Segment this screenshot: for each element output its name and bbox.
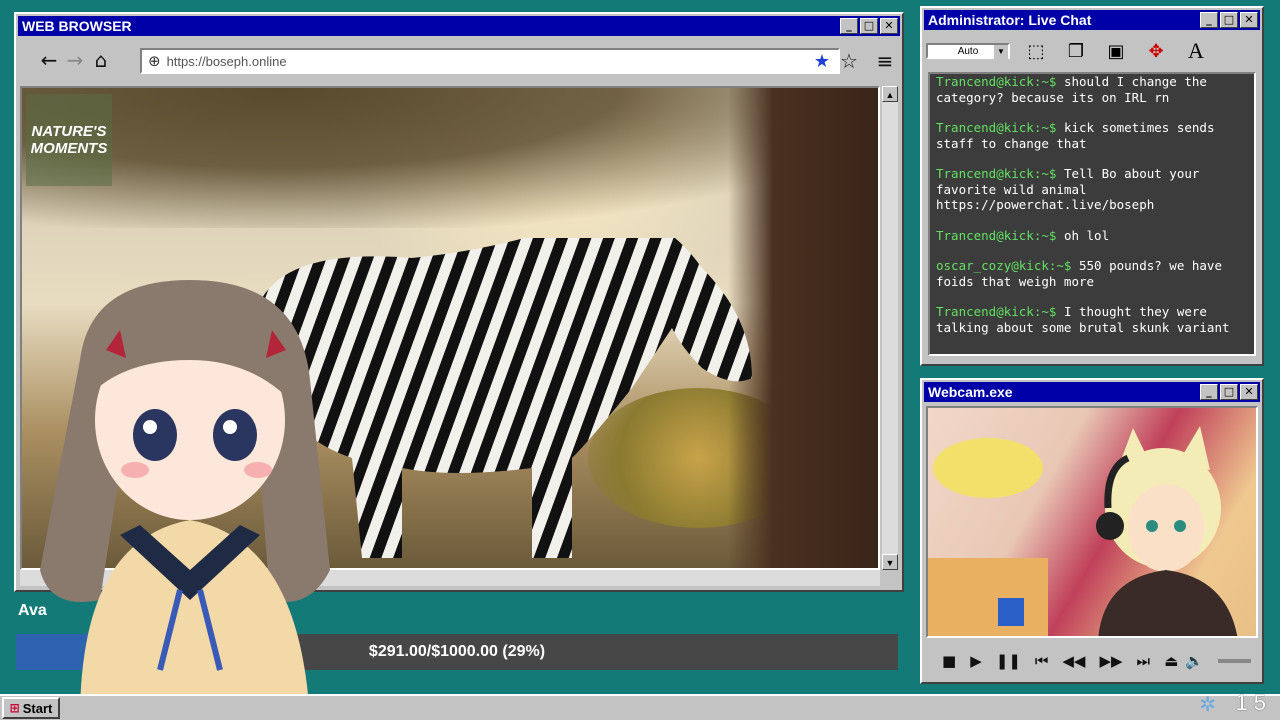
browser-navbar: ← → ⌂ ⊕ https://boseph.online ★ ☆ ≡ <box>20 40 898 80</box>
copy-icon[interactable]: ❐ <box>1062 37 1090 65</box>
chat-username: oscar_cozy@kick:~$ <box>936 258 1072 273</box>
close-button[interactable]: ✕ <box>880 18 898 34</box>
back-arrow-icon[interactable]: ← <box>36 47 62 73</box>
eject-icon[interactable]: ⏏ <box>1164 652 1178 670</box>
fast-forward-icon[interactable]: ▶▶ <box>1099 652 1122 670</box>
bookmarked-star-icon[interactable]: ★ <box>814 51 830 72</box>
chat-toolbar: Auto ▼ ⬚ ❐ ▣ ✥ A <box>926 34 1258 68</box>
favorite-star-icon[interactable]: ☆ <box>836 48 862 74</box>
browser-titlebar[interactable]: WEB BROWSER _ □ ✕ <box>18 16 900 36</box>
skip-forward-icon[interactable]: ⏭ <box>1137 652 1151 670</box>
maximize-button[interactable]: □ <box>1220 384 1238 400</box>
pause-icon[interactable]: ❚❚ <box>996 652 1021 670</box>
volume-slider[interactable] <box>1217 659 1251 663</box>
natures-moments-logo: NATURE'S MOMENTS <box>26 94 112 186</box>
chat-message: oscar_cozy@kick:~$ 550 pounds? we have f… <box>936 258 1248 289</box>
maximize-button[interactable]: □ <box>860 18 878 34</box>
minimize-button[interactable]: _ <box>1200 384 1218 400</box>
font-size-value: Auto <box>957 45 979 57</box>
volume-icon[interactable]: 🔈 <box>1185 652 1204 670</box>
forward-arrow-icon[interactable]: → <box>62 47 88 73</box>
maximize-button[interactable]: □ <box>1220 12 1238 28</box>
globe-icon: ⊕ <box>148 52 161 70</box>
clock: 15 <box>1235 690 1272 715</box>
rewind-icon[interactable]: ◀◀ <box>1062 652 1085 670</box>
scroll-down-icon[interactable]: ▼ <box>882 554 898 570</box>
chat-message: Trancend@kick:~$ oh lol <box>936 228 1248 244</box>
chat-message: Trancend@kick:~$ I thought they were tal… <box>936 304 1248 335</box>
chat-username: Trancend@kick:~$ <box>936 74 1057 89</box>
network-icon[interactable]: ✲ <box>1199 692 1216 716</box>
chat-title: Administrator: Live Chat <box>928 12 1092 28</box>
browser-title: WEB BROWSER <box>22 18 132 34</box>
vtuber-cat-boy-image <box>928 426 1238 636</box>
chat-message: Trancend@kick:~$ kick sometimes sends st… <box>936 120 1248 151</box>
chat-titlebar[interactable]: Administrator: Live Chat _ □ ✕ <box>924 10 1260 30</box>
minimize-button[interactable]: _ <box>1200 12 1218 28</box>
play-icon[interactable]: ▶ <box>970 652 982 670</box>
url-text: https://boseph.online <box>166 53 287 69</box>
chat-username: Trancend@kick:~$ <box>936 120 1057 135</box>
start-label: Start <box>22 700 53 716</box>
select-icon[interactable]: ⬚ <box>1022 37 1050 65</box>
chat-log[interactable]: Trancend@kick:~$ should I change the cat… <box>928 72 1256 356</box>
windows-logo-icon: ⊞ <box>9 701 20 715</box>
move-icon[interactable]: ✥ <box>1142 37 1170 65</box>
webcam-window[interactable]: Webcam.exe _ □ ✕ ■ ▶ ❚❚ ⏮ ◀◀ ▶▶ ⏭ ⏏ 🔈 <box>920 378 1264 684</box>
webcam-view <box>926 406 1258 638</box>
home-icon[interactable]: ⌂ <box>88 47 114 73</box>
font-icon[interactable]: A <box>1182 37 1210 65</box>
chat-message: Trancend@kick:~$ Tell Bo about your favo… <box>936 166 1248 213</box>
taskbar: ⊞ Start ✲ 15 <box>0 690 1280 720</box>
chevron-down-icon[interactable]: ▼ <box>994 45 1008 59</box>
webcam-title: Webcam.exe <box>928 384 1013 400</box>
font-size-select[interactable]: Auto ▼ <box>926 43 1010 59</box>
hamburger-menu-icon[interactable]: ≡ <box>872 48 898 74</box>
close-button[interactable]: ✕ <box>1240 12 1258 28</box>
address-bar[interactable]: ⊕ https://boseph.online ★ <box>140 48 840 74</box>
start-button[interactable]: ⊞ Start <box>2 697 60 719</box>
chat-username: Trancend@kick:~$ <box>936 304 1057 319</box>
scroll-up-icon[interactable]: ▲ <box>882 86 898 102</box>
chat-username: Trancend@kick:~$ <box>936 166 1057 181</box>
chat-username: Trancend@kick:~$ <box>936 227 1057 243</box>
vertical-scrollbar[interactable]: ▲ ▼ <box>882 86 898 570</box>
vtuber-avatar <box>40 280 330 720</box>
media-controls: ■ ▶ ❚❚ ⏮ ◀◀ ▶▶ ⏭ ⏏ 🔈 <box>926 644 1258 678</box>
minimize-button[interactable]: _ <box>840 18 858 34</box>
chat-text: oh lol <box>1063 227 1110 243</box>
webcam-titlebar[interactable]: Webcam.exe _ □ ✕ <box>924 382 1260 402</box>
chat-window[interactable]: Administrator: Live Chat _ □ ✕ Auto ▼ ⬚ … <box>920 6 1264 366</box>
skip-back-icon[interactable]: ⏮ <box>1035 652 1049 670</box>
close-button[interactable]: ✕ <box>1240 384 1258 400</box>
paste-icon[interactable]: ▣ <box>1102 37 1130 65</box>
chat-message: Trancend@kick:~$ should I change the cat… <box>936 74 1248 105</box>
stop-icon[interactable]: ■ <box>942 652 956 670</box>
